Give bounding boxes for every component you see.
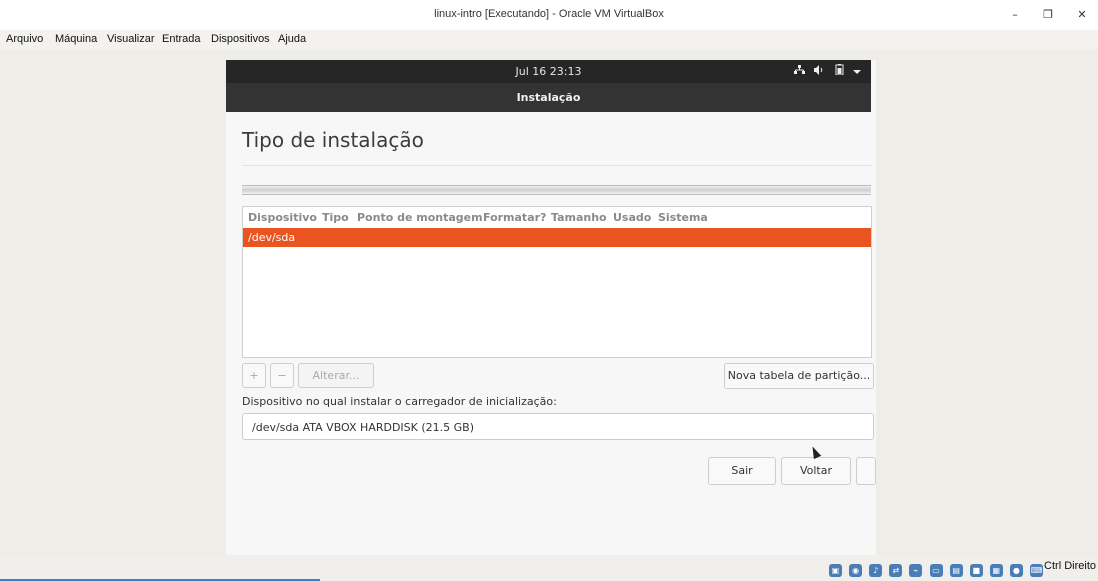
window-titlebar: linux-intro [Executando] - Oracle VM Vir… [0, 0, 1098, 30]
continue-button[interactable] [856, 457, 876, 485]
network-adapter-icon[interactable]: ⇄ [889, 564, 903, 577]
guest-top-panel: Jul 16 23:13 [226, 60, 871, 83]
installer-window: Jul 16 23:13 Instalação Tipo de instalaç… [226, 60, 876, 581]
optical-drive-icon[interactable]: ◉ [849, 564, 863, 577]
partition-table[interactable]: Dispositivo Tipo Ponto de montagem Forma… [242, 206, 872, 358]
column-header[interactable]: Sistema [658, 211, 708, 224]
network-icon [793, 65, 809, 78]
column-header[interactable]: Dispositivo [248, 211, 317, 224]
installer-header-title: Instalação [516, 91, 581, 104]
menu-maquina[interactable]: Máquina [55, 33, 97, 45]
clock[interactable]: Jul 16 23:13 [226, 65, 871, 78]
volume-icon [814, 65, 829, 78]
menu-arquivo[interactable]: Arquivo [6, 33, 43, 45]
minimize-icon[interactable]: – [1005, 6, 1025, 24]
hard-disk-icon[interactable]: ▣ [829, 564, 843, 577]
new-partition-table-button[interactable]: Nova tabela de partição... [724, 363, 874, 389]
menu-bar: Arquivo Máquina Visualizar Entrada Dispo… [0, 30, 1098, 50]
device-cell: /dev/sda [248, 231, 296, 244]
guest-display: Jul 16 23:13 Instalação Tipo de instalaç… [0, 50, 1098, 581]
keyboard-icon[interactable]: ⌨ [1030, 564, 1043, 577]
column-header[interactable]: Tipo [322, 211, 349, 224]
close-icon[interactable]: ✕ [1072, 6, 1092, 24]
table-header: Dispositivo Tipo Ponto de montagem Forma… [243, 207, 871, 228]
change-partition-button[interactable]: Alterar... [298, 363, 374, 388]
menu-visualizar[interactable]: Visualizar [107, 33, 155, 45]
display-icon[interactable]: ▤ [949, 564, 963, 577]
mouse-integration-icon[interactable]: ● [1009, 564, 1023, 577]
dropdown-arrow-icon [853, 65, 861, 78]
bootloader-label: Dispositivo no qual instalar o carregado… [242, 395, 557, 408]
window-title: linux-intro [Executando] - Oracle VM Vir… [434, 8, 664, 20]
usb-icon[interactable]: ⌁ [909, 564, 923, 577]
video-capture-icon[interactable]: ■ [969, 564, 983, 577]
page-title: Tipo de instalação [242, 128, 424, 152]
table-row[interactable]: /dev/sda [243, 228, 871, 247]
menu-entrada[interactable]: Entrada [162, 33, 201, 45]
column-header[interactable]: Ponto de montagem [357, 211, 483, 224]
bootloader-device-select[interactable]: /dev/sda ATA VBOX HARDDISK (21.5 GB) [242, 413, 874, 440]
system-tray[interactable] [788, 64, 861, 78]
column-header[interactable]: Tamanho [551, 211, 607, 224]
divider [242, 165, 872, 166]
menu-ajuda[interactable]: Ajuda [278, 33, 306, 45]
bootloader-device-value: /dev/sda ATA VBOX HARDDISK (21.5 GB) [252, 421, 475, 434]
partition-bar [242, 185, 871, 195]
quit-button[interactable]: Sair [708, 457, 776, 485]
column-header[interactable]: Usado [613, 211, 651, 224]
shared-folder-icon[interactable]: ▭ [929, 564, 943, 577]
restore-icon[interactable]: ❐ [1038, 6, 1058, 24]
battery-icon [835, 64, 848, 78]
back-button[interactable]: Voltar [781, 457, 851, 485]
add-partition-button[interactable]: + [242, 363, 266, 388]
column-header[interactable]: Formatar? [483, 211, 546, 224]
audio-icon[interactable]: ♪ [869, 564, 883, 577]
device-icons: ▣ ◉ ♪ ⇄ ⌁ ▭ ▤ ■ ▦ ● ⌨ [827, 558, 1043, 577]
cpu-icon[interactable]: ▦ [989, 564, 1003, 577]
remove-partition-button[interactable]: − [270, 363, 294, 388]
installer-headerbar: Instalação [226, 83, 871, 112]
host-key-label: Ctrl Direito [1044, 560, 1096, 572]
statusbar: ▣ ◉ ♪ ⇄ ⌁ ▭ ▤ ■ ▦ ● ⌨ Ctrl Direito [0, 555, 1098, 581]
menu-dispositivos[interactable]: Dispositivos [211, 33, 270, 45]
